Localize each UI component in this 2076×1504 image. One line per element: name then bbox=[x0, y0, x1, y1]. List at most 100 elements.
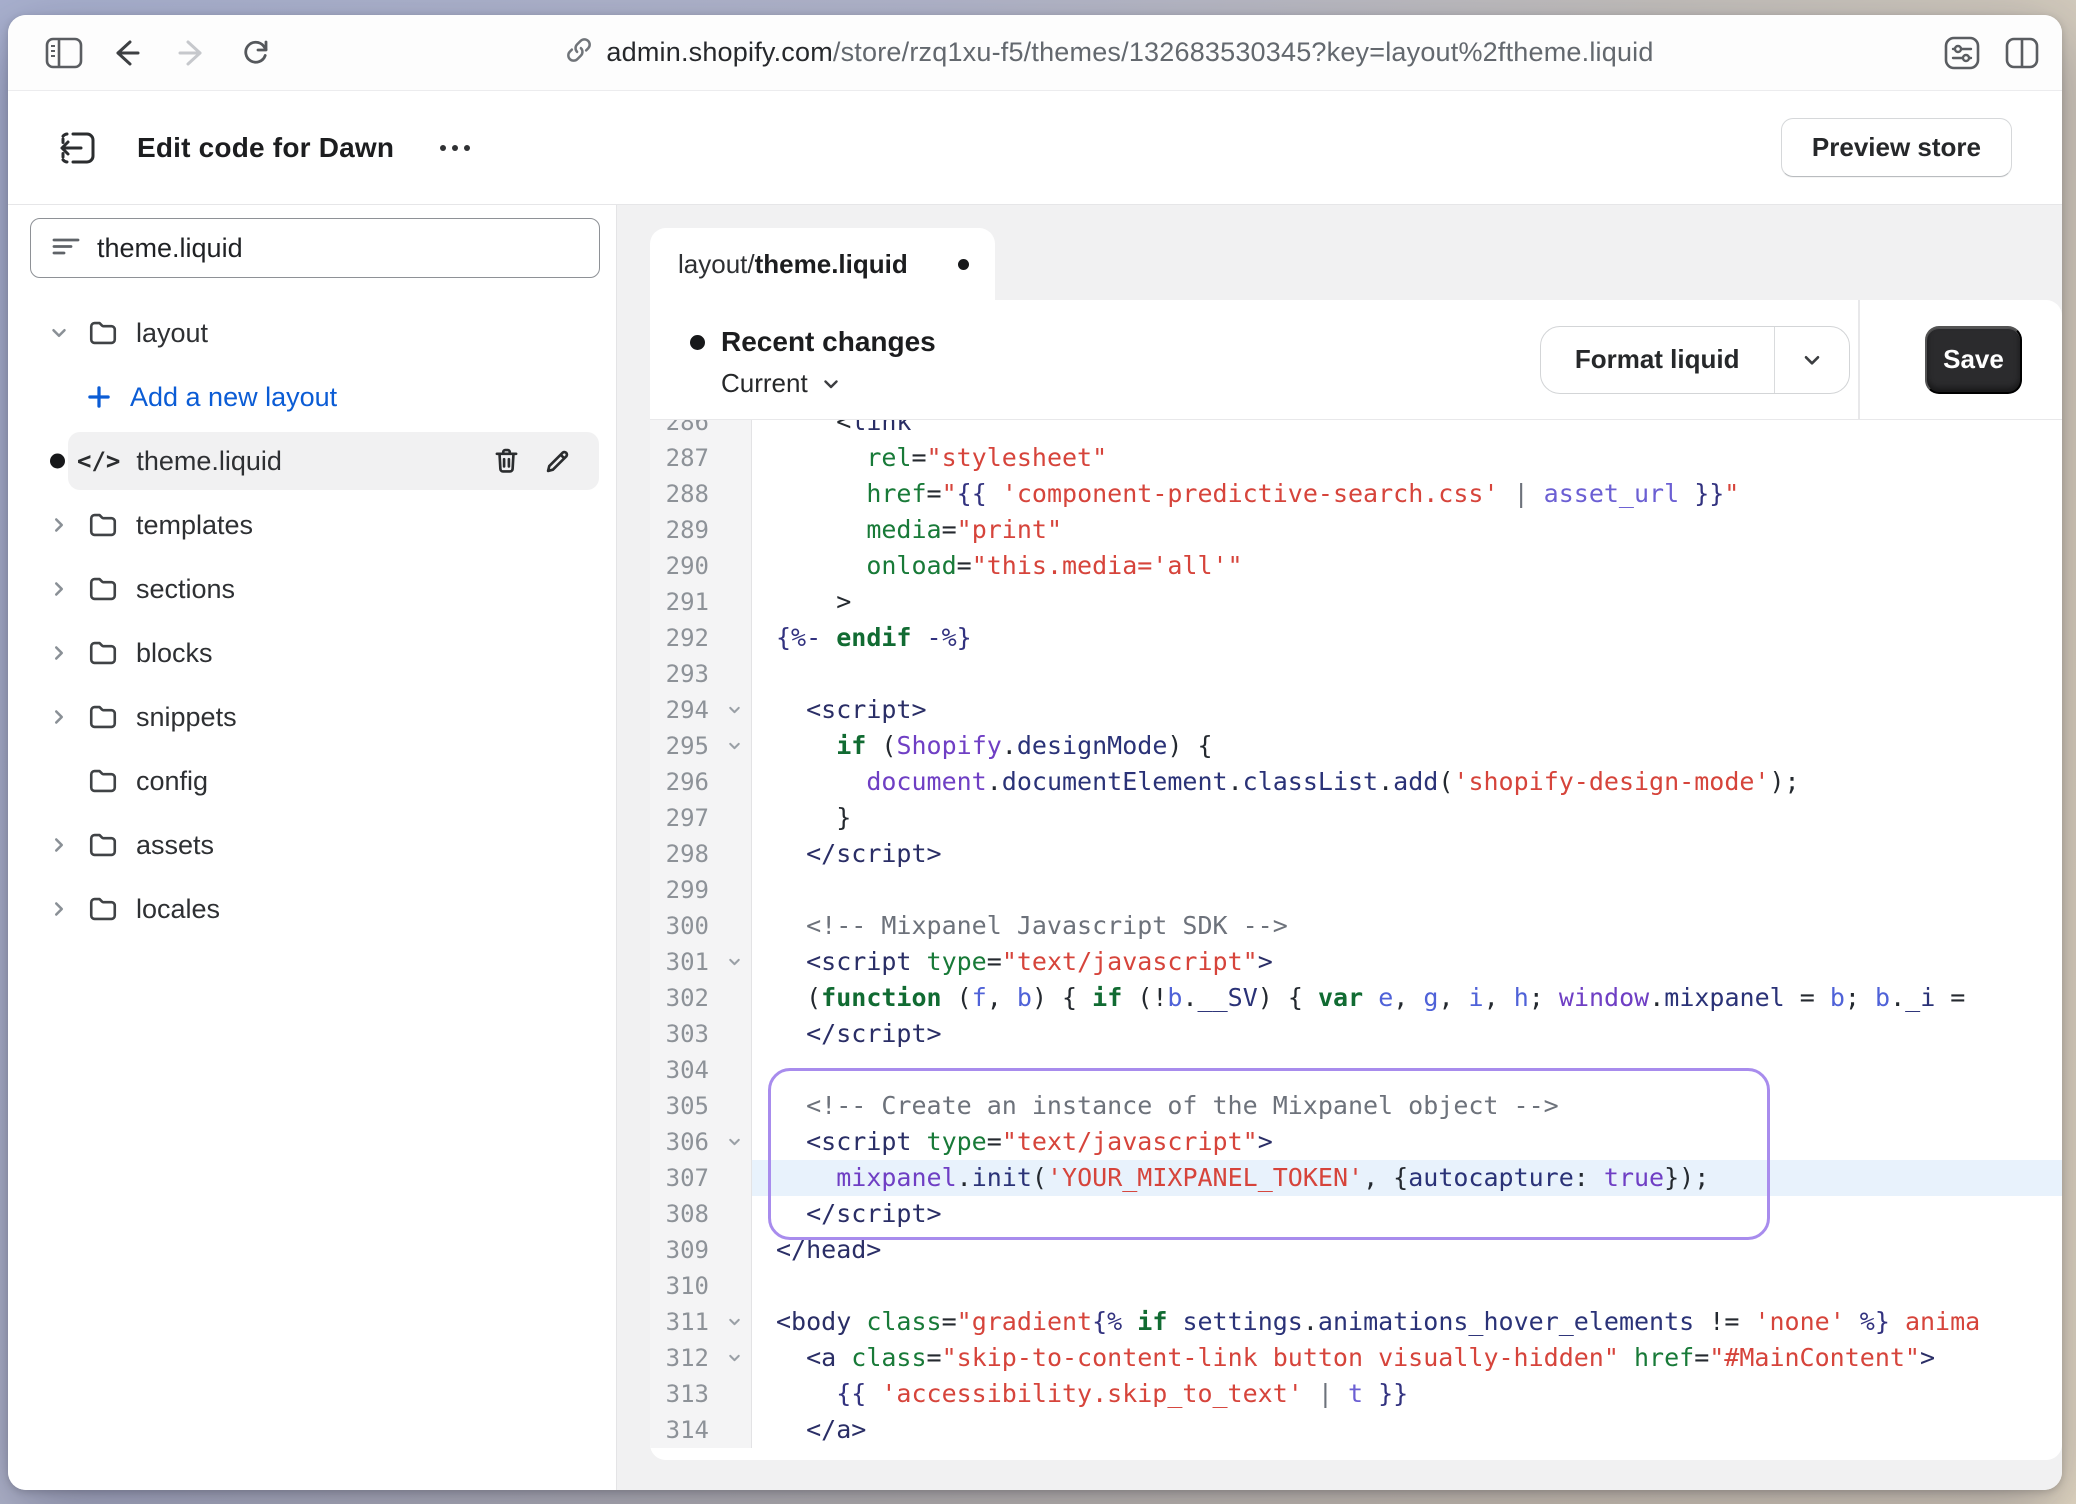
code-line[interactable]: 298 </script> bbox=[650, 836, 2062, 872]
code-line[interactable]: 310 bbox=[650, 1268, 2062, 1304]
fold-chevron-icon[interactable] bbox=[726, 1134, 743, 1151]
code-line[interactable]: 306 <script type="text/javascript"> bbox=[650, 1124, 2062, 1160]
code-text[interactable] bbox=[752, 656, 2062, 692]
code-text[interactable]: mixpanel.init('YOUR_MIXPANEL_TOKEN', {au… bbox=[752, 1160, 2062, 1196]
code-line[interactable]: 288 href="{{ 'component-predictive-searc… bbox=[650, 476, 2062, 512]
code-line[interactable]: 308 </script> bbox=[650, 1196, 2062, 1232]
add-new-layout-link[interactable]: Add a new layout bbox=[8, 365, 616, 429]
chevron-right-icon[interactable] bbox=[48, 642, 70, 664]
sidebar-item-sections[interactable]: sections bbox=[8, 557, 616, 621]
code-line[interactable]: 296 document.documentElement.classList.a… bbox=[650, 764, 2062, 800]
delete-file-icon[interactable] bbox=[492, 446, 521, 476]
code-line[interactable]: 304 bbox=[650, 1052, 2062, 1088]
code-text[interactable]: </head> bbox=[752, 1232, 2062, 1268]
rename-file-icon[interactable] bbox=[543, 447, 572, 476]
chevron-right-icon[interactable] bbox=[48, 898, 70, 920]
code-text[interactable]: } bbox=[752, 800, 2062, 836]
sidebar-item-assets[interactable]: assets bbox=[8, 813, 616, 877]
code-line[interactable]: 291 > bbox=[650, 584, 2062, 620]
fold-chevron-icon[interactable] bbox=[726, 738, 743, 755]
sidebar-item-locales[interactable]: locales bbox=[8, 877, 616, 941]
code-text[interactable]: </a> bbox=[752, 1412, 2062, 1448]
version-dropdown[interactable]: Current bbox=[721, 368, 1540, 399]
code-text[interactable]: {%- endif -%} bbox=[752, 620, 2062, 656]
code-line[interactable]: 292{%- endif -%} bbox=[650, 620, 2062, 656]
code-line[interactable]: 307 mixpanel.init('YOUR_MIXPANEL_TOKEN',… bbox=[650, 1160, 2062, 1196]
code-line[interactable]: 287 rel="stylesheet" bbox=[650, 440, 2062, 476]
code-text[interactable]: <script type="text/javascript"> bbox=[752, 944, 2062, 980]
code-text[interactable]: if (Shopify.designMode) { bbox=[752, 728, 2062, 764]
chevron-right-icon[interactable] bbox=[48, 706, 70, 728]
code-text[interactable]: </script> bbox=[752, 1016, 2062, 1052]
code-text[interactable]: <script> bbox=[752, 692, 2062, 728]
code-text[interactable]: </script> bbox=[752, 836, 2062, 872]
fold-chevron-icon[interactable] bbox=[726, 702, 743, 719]
code-line[interactable]: 303 </script> bbox=[650, 1016, 2062, 1052]
code-line[interactable]: 312 <a class="skip-to-content-link butto… bbox=[650, 1340, 2062, 1376]
code-text[interactable]: onload="this.media='all'" bbox=[752, 548, 2062, 584]
code-line[interactable]: 289 media="print" bbox=[650, 512, 2062, 548]
code-text[interactable]: > bbox=[752, 584, 2062, 620]
code-text[interactable] bbox=[752, 872, 2062, 908]
sidebar-item-layout[interactable]: layout bbox=[8, 301, 616, 365]
tab-theme-liquid[interactable]: layout/theme.liquid bbox=[650, 228, 995, 300]
sidebar-item-config[interactable]: config bbox=[8, 749, 616, 813]
sidebar-item-templates[interactable]: templates bbox=[8, 493, 616, 557]
sidebar-toggle-icon[interactable] bbox=[42, 31, 86, 75]
code-text[interactable] bbox=[752, 1268, 2062, 1304]
code-text[interactable]: href="{{ 'component-predictive-search.cs… bbox=[752, 476, 2062, 512]
fold-chevron-icon[interactable] bbox=[726, 1350, 743, 1367]
fold-chevron-icon[interactable] bbox=[726, 954, 743, 971]
code-line[interactable]: 299 bbox=[650, 872, 2062, 908]
code-text[interactable]: </script> bbox=[752, 1196, 2062, 1232]
code-line[interactable]: 286 <link bbox=[650, 420, 2062, 440]
code-text[interactable] bbox=[752, 1052, 2062, 1088]
format-liquid-button[interactable]: Format liquid bbox=[1541, 327, 1774, 393]
back-button-icon[interactable] bbox=[104, 31, 148, 75]
code-text[interactable]: document.documentElement.classList.add('… bbox=[752, 764, 2062, 800]
code-line[interactable]: 311<body class="gradient{% if settings.a… bbox=[650, 1304, 2062, 1340]
code-line[interactable]: 314 </a> bbox=[650, 1412, 2062, 1448]
format-liquid-caret[interactable] bbox=[1775, 327, 1849, 393]
fold-chevron-icon[interactable] bbox=[726, 1314, 743, 1331]
code-text[interactable]: rel="stylesheet" bbox=[752, 440, 2062, 476]
sidebar-item-blocks[interactable]: blocks bbox=[8, 621, 616, 685]
split-view-icon[interactable] bbox=[2000, 31, 2044, 75]
code-line[interactable]: 295 if (Shopify.designMode) { bbox=[650, 728, 2062, 764]
code-text[interactable]: <a class="skip-to-content-link button vi… bbox=[752, 1340, 2062, 1376]
reload-icon[interactable] bbox=[234, 31, 278, 75]
code-editor[interactable]: 286 <link287 rel="stylesheet"288 href="{… bbox=[650, 420, 2062, 1460]
code-line[interactable]: 290 onload="this.media='all'" bbox=[650, 548, 2062, 584]
address-bar[interactable]: admin.shopify.com/store/rzq1xu-f5/themes… bbox=[278, 35, 1940, 70]
save-button[interactable]: Save bbox=[1925, 326, 2022, 394]
file-search-input[interactable]: theme.liquid bbox=[30, 218, 600, 278]
chevron-down-icon[interactable] bbox=[48, 322, 70, 344]
exit-editor-icon[interactable] bbox=[55, 125, 101, 171]
code-line[interactable]: 305 <!-- Create an instance of the Mixpa… bbox=[650, 1088, 2062, 1124]
chevron-right-icon[interactable] bbox=[48, 578, 70, 600]
code-line[interactable]: 313 {{ 'accessibility.skip_to_text' | t … bbox=[650, 1376, 2062, 1412]
sidebar-item-theme-liquid[interactable]: </>theme.liquid bbox=[8, 429, 616, 493]
code-text[interactable]: <!-- Create an instance of the Mixpanel … bbox=[752, 1088, 2062, 1124]
code-text[interactable]: <script type="text/javascript"> bbox=[752, 1124, 2062, 1160]
code-text[interactable]: media="print" bbox=[752, 512, 2062, 548]
page-settings-icon[interactable] bbox=[1940, 31, 1984, 75]
preview-store-button[interactable]: Preview store bbox=[1781, 118, 2012, 177]
code-text[interactable]: <link bbox=[752, 420, 2062, 440]
code-text[interactable]: <!-- Mixpanel Javascript SDK --> bbox=[752, 908, 2062, 944]
code-text[interactable]: (function (f, b) { if (!b.__SV) { var e,… bbox=[752, 980, 2062, 1016]
code-line[interactable]: 302 (function (f, b) { if (!b.__SV) { va… bbox=[650, 980, 2062, 1016]
more-actions-icon[interactable] bbox=[430, 135, 480, 161]
code-text[interactable]: <body class="gradient{% if settings.anim… bbox=[752, 1304, 2062, 1340]
chevron-right-icon[interactable] bbox=[48, 514, 70, 536]
code-line[interactable]: 309</head> bbox=[650, 1232, 2062, 1268]
code-line[interactable]: 294 <script> bbox=[650, 692, 2062, 728]
code-line[interactable]: 297 } bbox=[650, 800, 2062, 836]
code-line[interactable]: 301 <script type="text/javascript"> bbox=[650, 944, 2062, 980]
chevron-right-icon[interactable] bbox=[48, 834, 70, 856]
forward-button-icon[interactable] bbox=[170, 31, 214, 75]
code-text[interactable]: {{ 'accessibility.skip_to_text' | t }} bbox=[752, 1376, 2062, 1412]
sidebar-item-snippets[interactable]: snippets bbox=[8, 685, 616, 749]
code-line[interactable]: 293 bbox=[650, 656, 2062, 692]
code-line[interactable]: 300 <!-- Mixpanel Javascript SDK --> bbox=[650, 908, 2062, 944]
